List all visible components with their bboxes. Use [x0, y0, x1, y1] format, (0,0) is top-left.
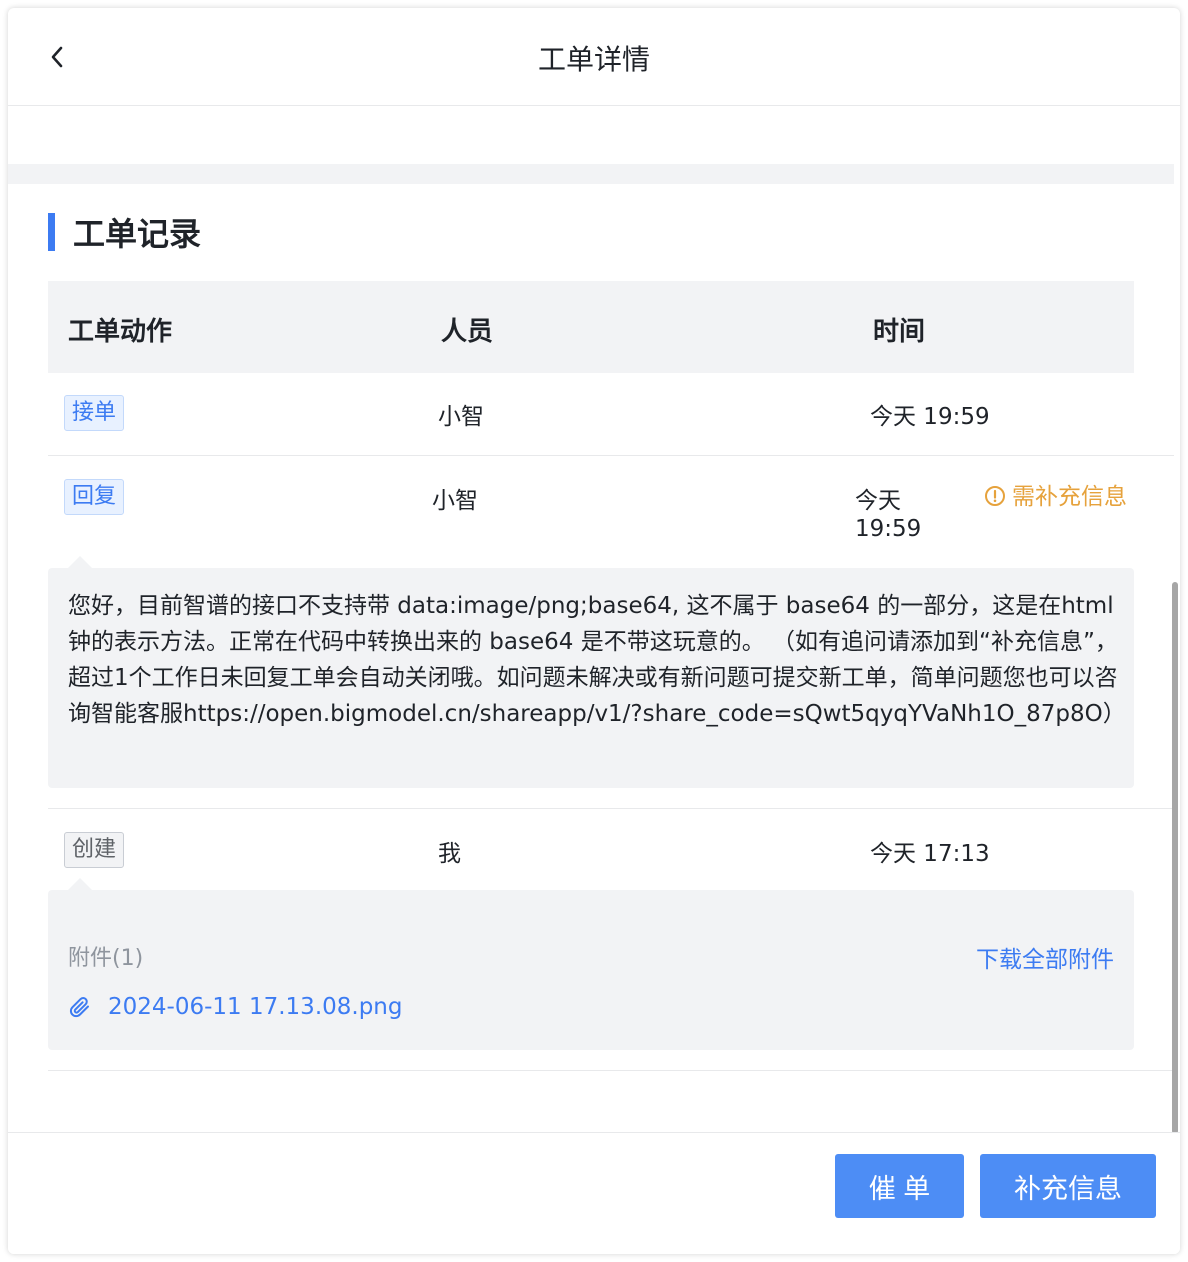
bubble-arrow [68, 556, 92, 568]
attachment-file-link[interactable]: 2024-06-11 17.13.08.png [68, 994, 403, 1020]
time-clock: 19:59 [855, 516, 922, 542]
column-header-action: 工单动作 [68, 317, 173, 347]
time-cell: 今天 19:59 [870, 404, 990, 430]
needs-info-notice: 需补充信息 [984, 480, 1134, 515]
time-cell: 今天 17:13 [870, 841, 990, 867]
section-title: 工单记录 [73, 215, 202, 253]
action-tag: 接单 [64, 395, 125, 431]
person-cell: 小智 [432, 488, 478, 514]
row-divider [48, 455, 1174, 456]
needs-info-text: 需补充信息 [1012, 484, 1127, 510]
action-tag: 创建 [64, 832, 125, 868]
reply-message-text: 您好，目前智谱的接口不支持带 data:image/png;base64, 这不… [68, 593, 1126, 727]
table-header: 工单动作 人员 时间 [48, 281, 1134, 373]
section-accent-bar [48, 213, 55, 251]
header-bar: 工单详情 [8, 8, 1180, 106]
section-separator [8, 164, 1174, 184]
row-divider [48, 808, 1174, 809]
paperclip-icon [68, 995, 92, 1019]
urge-button[interactable]: 催 单 [835, 1154, 964, 1218]
bubble-arrow [68, 878, 92, 890]
reply-message-bubble: 您好，目前智谱的接口不支持带 data:image/png;base64, 这不… [48, 556, 1134, 788]
warning-circle-icon [985, 486, 1005, 506]
row-divider [48, 1070, 1174, 1071]
scrollbar[interactable] [1172, 582, 1178, 1134]
ticket-detail-panel: 工单详情 工单记录 工单动作 人员 时间 接单 小智 今天 19:59 回复 小… [8, 8, 1180, 1254]
person-cell: 我 [438, 841, 461, 867]
attachment-filename: 2024-06-11 17.13.08.png [108, 994, 403, 1020]
person-cell: 小智 [438, 404, 484, 430]
download-all-link[interactable]: 下载全部附件 [976, 940, 1114, 974]
page-title: 工单详情 [537, 43, 650, 76]
time-day: 今天 [855, 488, 901, 514]
action-tag: 回复 [64, 479, 125, 515]
section-heading: 工单记录 [48, 212, 202, 253]
column-header-person: 人员 [441, 317, 494, 347]
supplement-info-button[interactable]: 补充信息 [980, 1154, 1156, 1218]
footer-bar: 催 单 补充信息 [8, 1132, 1180, 1254]
attachments-label: 附件(1) [68, 946, 144, 971]
column-header-time: 时间 [873, 317, 926, 347]
attachments-panel: 附件(1) 下载全部附件 2024-06-11 17.13.08.png [48, 878, 1134, 1050]
